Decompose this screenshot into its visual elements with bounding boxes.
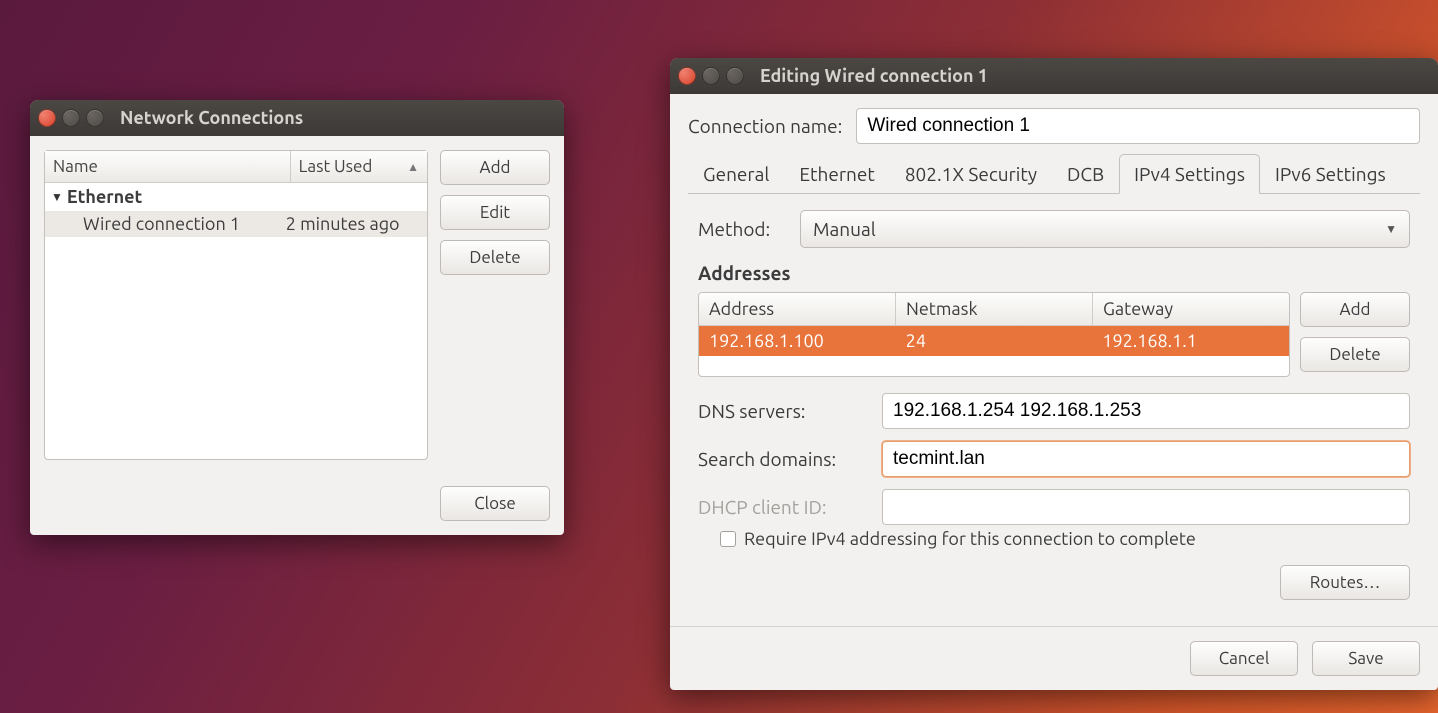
add-button[interactable]: Add xyxy=(440,150,550,185)
tab-ethernet[interactable]: Ethernet xyxy=(784,154,889,194)
connection-item[interactable]: Wired connection 1 2 minutes ago xyxy=(45,211,427,237)
cell-address: 192.168.1.100 xyxy=(699,326,896,356)
address-row[interactable]: 192.168.1.100 24 192.168.1.1 xyxy=(699,326,1289,356)
tab-ipv6-settings[interactable]: IPv6 Settings xyxy=(1260,154,1401,194)
minimize-icon[interactable] xyxy=(62,109,80,127)
cancel-button[interactable]: Cancel xyxy=(1190,641,1298,676)
close-icon[interactable] xyxy=(678,67,696,85)
maximize-icon[interactable] xyxy=(726,67,744,85)
minimize-icon[interactable] xyxy=(702,67,720,85)
column-header-last-used[interactable]: Last Used ▲ xyxy=(291,151,427,182)
search-domains-input[interactable] xyxy=(882,441,1410,477)
address-empty-row[interactable] xyxy=(699,356,1289,376)
chevron-down-icon: ▼ xyxy=(1385,222,1397,236)
dhcp-client-id-label: DHCP client ID: xyxy=(698,496,868,518)
method-label: Method: xyxy=(698,218,786,240)
connection-name-input[interactable] xyxy=(856,108,1420,144)
sort-ascending-icon: ▲ xyxy=(407,160,419,174)
addresses-table[interactable]: Address Netmask Gateway 192.168.1.100 24… xyxy=(698,292,1290,377)
require-ipv4-label: Require IPv4 addressing for this connect… xyxy=(744,529,1196,549)
save-button[interactable]: Save xyxy=(1312,641,1420,676)
tab-ipv4-settings[interactable]: IPv4 Settings xyxy=(1119,154,1260,194)
maximize-icon[interactable] xyxy=(86,109,104,127)
chevron-down-icon: ▼ xyxy=(51,190,63,204)
tab-8021x-security[interactable]: 802.1X Security xyxy=(890,154,1052,194)
cell-netmask: 24 xyxy=(896,326,1093,356)
addresses-label: Addresses xyxy=(698,262,1410,284)
dns-servers-label: DNS servers: xyxy=(698,400,868,422)
cell-gateway: 192.168.1.1 xyxy=(1092,326,1289,356)
connection-item-last-used: 2 minutes ago xyxy=(286,214,421,234)
edit-button[interactable]: Edit xyxy=(440,195,550,230)
routes-button[interactable]: Routes… xyxy=(1280,565,1410,600)
connection-group-ethernet[interactable]: ▼ Ethernet xyxy=(45,183,427,211)
method-value: Manual xyxy=(813,218,876,240)
titlebar[interactable]: Network Connections xyxy=(30,100,564,136)
window-title: Network Connections xyxy=(120,108,303,128)
connections-tree[interactable]: Name Last Used ▲ ▼ Ethernet Wired connec… xyxy=(44,150,428,460)
column-header-address[interactable]: Address xyxy=(699,293,896,326)
connection-name-label: Connection name: xyxy=(688,115,842,137)
editing-connection-window: Editing Wired connection 1 Connection na… xyxy=(670,58,1438,690)
close-button[interactable]: Close xyxy=(440,486,550,521)
dns-servers-input[interactable] xyxy=(882,393,1410,429)
column-header-name[interactable]: Name xyxy=(45,151,291,182)
address-delete-button[interactable]: Delete xyxy=(1300,337,1410,372)
settings-tabs: General Ethernet 802.1X Security DCB IPv… xyxy=(688,154,1420,194)
connection-item-name: Wired connection 1 xyxy=(83,214,286,234)
address-add-button[interactable]: Add xyxy=(1300,292,1410,327)
column-header-netmask[interactable]: Netmask xyxy=(896,293,1093,326)
dhcp-client-id-input[interactable] xyxy=(882,489,1410,525)
tab-dcb[interactable]: DCB xyxy=(1052,154,1119,194)
titlebar[interactable]: Editing Wired connection 1 xyxy=(670,58,1438,94)
close-icon[interactable] xyxy=(38,109,56,127)
column-header-gateway[interactable]: Gateway xyxy=(1093,293,1289,326)
require-ipv4-checkbox[interactable] xyxy=(720,531,736,547)
search-domains-label: Search domains: xyxy=(698,448,868,470)
tab-general[interactable]: General xyxy=(688,154,784,194)
delete-button[interactable]: Delete xyxy=(440,240,550,275)
method-select[interactable]: Manual ▼ xyxy=(800,210,1410,248)
network-connections-window: Network Connections Name Last Used ▲ ▼ E… xyxy=(30,100,564,535)
window-title: Editing Wired connection 1 xyxy=(760,66,988,86)
